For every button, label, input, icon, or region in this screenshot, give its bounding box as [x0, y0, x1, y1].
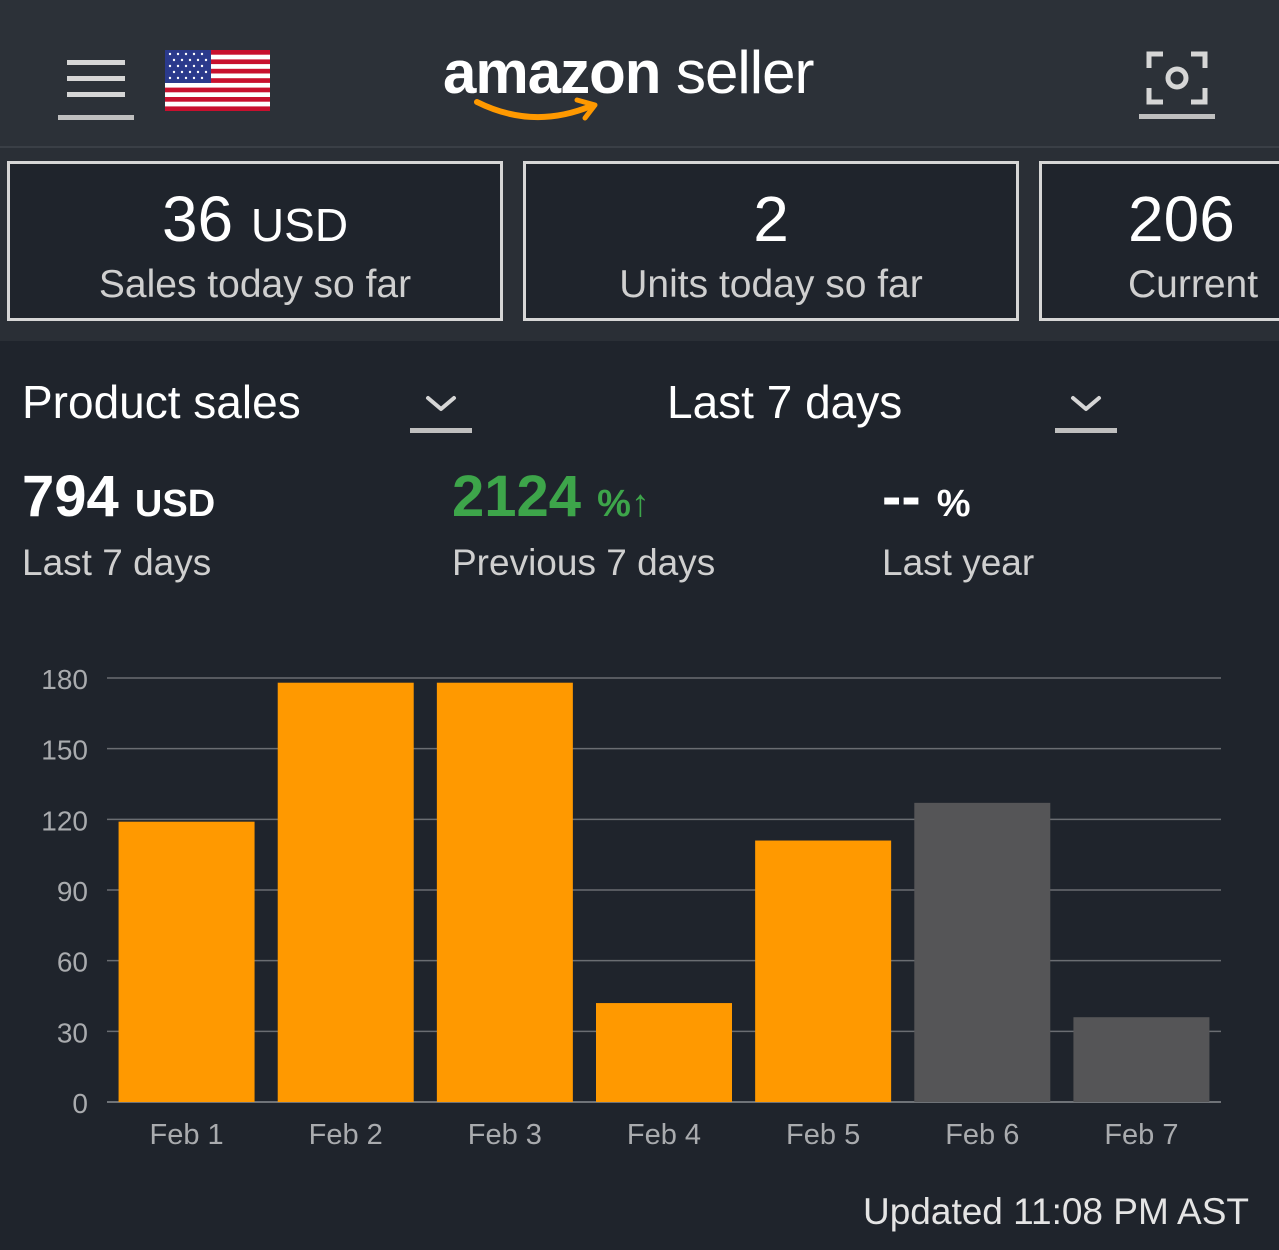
amazon-seller-logo: amazon seller [443, 38, 833, 128]
y-tick-label: 120 [41, 805, 88, 836]
x-tick-label: Feb 4 [627, 1119, 701, 1151]
menu-underline [58, 115, 134, 120]
updated-timestamp: Updated 11:08 PM AST [863, 1191, 1249, 1232]
us-flag-icon[interactable] [165, 50, 270, 111]
y-tick-label: 60 [57, 947, 88, 978]
x-tick-label: Feb 5 [786, 1119, 860, 1151]
last-year-unit: % [936, 483, 971, 525]
stat-value: 794 USD [22, 464, 215, 537]
camera-scan-icon[interactable] [1139, 48, 1215, 120]
last-year-value: -- [882, 464, 921, 529]
current-card[interactable]: 206 Current [1039, 161, 1279, 321]
date-range-selector[interactable]: Last 7 days [667, 372, 1119, 434]
x-tick-label: Feb 6 [945, 1119, 1019, 1151]
current-label: Current [1128, 263, 1259, 306]
stat-last-7-days: 794 USD Last 7 days [22, 464, 215, 585]
chevron-down-icon [1055, 396, 1117, 433]
last-7-days-unit: USD [134, 483, 216, 525]
last-7-days-value: 794 [22, 464, 119, 529]
metric-selector[interactable]: Product sales [22, 372, 474, 434]
y-tick-label: 90 [57, 876, 88, 907]
menu-line [67, 76, 125, 81]
sales-today-unit: USD [250, 199, 349, 251]
menu-line [67, 60, 125, 65]
card-value: 36 USD [10, 184, 500, 260]
x-tick-label: Feb 1 [149, 1119, 223, 1151]
bar [118, 821, 255, 1102]
bar [1073, 1017, 1210, 1102]
date-range-label: Last 7 days [667, 376, 903, 428]
top-bar: amazon seller [0, 0, 1279, 148]
sales-today-label: Sales today so far [98, 263, 412, 306]
metric-selector-label: Product sales [22, 376, 301, 428]
units-today-value: 2 [753, 183, 789, 255]
last-year-label: Last year [882, 542, 1035, 583]
y-tick-label: 150 [41, 735, 88, 766]
units-today-label: Units today so far [619, 263, 923, 306]
x-tick-label: Feb 3 [468, 1119, 542, 1151]
stat-value: -- % [882, 464, 1034, 537]
logo-word: seller [660, 39, 814, 106]
x-tick-label: Feb 2 [309, 1119, 383, 1151]
bar [436, 682, 573, 1102]
stat-last-year: -- % Last year [882, 464, 1034, 585]
sales-today-value: 36 [161, 183, 234, 255]
menu-line [67, 92, 125, 97]
units-today-card[interactable]: 2 Units today so far [523, 161, 1019, 321]
bar [277, 682, 414, 1102]
bar [914, 802, 1051, 1102]
y-tick-label: 0 [72, 1088, 88, 1119]
y-tick-label: 30 [57, 1017, 88, 1048]
product-sales-bar-chart: 0 30 60 90 120 150 180 Feb 1 Feb 2 Feb 3 Feb 4 Feb … [41, 664, 1221, 1151]
stat-value: 2124 %↑ [452, 464, 715, 537]
hamburger-menu-icon[interactable] [58, 56, 134, 120]
kpi-cards-strip: 36 USD Sales today so far 2 Units today … [0, 148, 1279, 341]
previous-7-days-unit: % [597, 483, 631, 525]
bar [755, 840, 892, 1102]
last-7-days-label: Last 7 days [22, 542, 212, 583]
arrow-up-icon: ↑ [630, 483, 650, 525]
x-tick-label: Feb 7 [1104, 1119, 1178, 1151]
sales-today-card[interactable]: 36 USD Sales today so far [7, 161, 503, 321]
bar [596, 1003, 732, 1102]
chevron-down-icon [410, 396, 472, 433]
smile-arrow-icon [474, 97, 598, 121]
current-value: 206 [1128, 183, 1235, 255]
previous-7-days-value: 2124 [452, 464, 582, 529]
stat-previous-7-days: 2124 %↑ Previous 7 days [452, 464, 715, 585]
previous-7-days-label: Previous 7 days [452, 542, 716, 583]
y-tick-label: 180 [41, 664, 88, 695]
